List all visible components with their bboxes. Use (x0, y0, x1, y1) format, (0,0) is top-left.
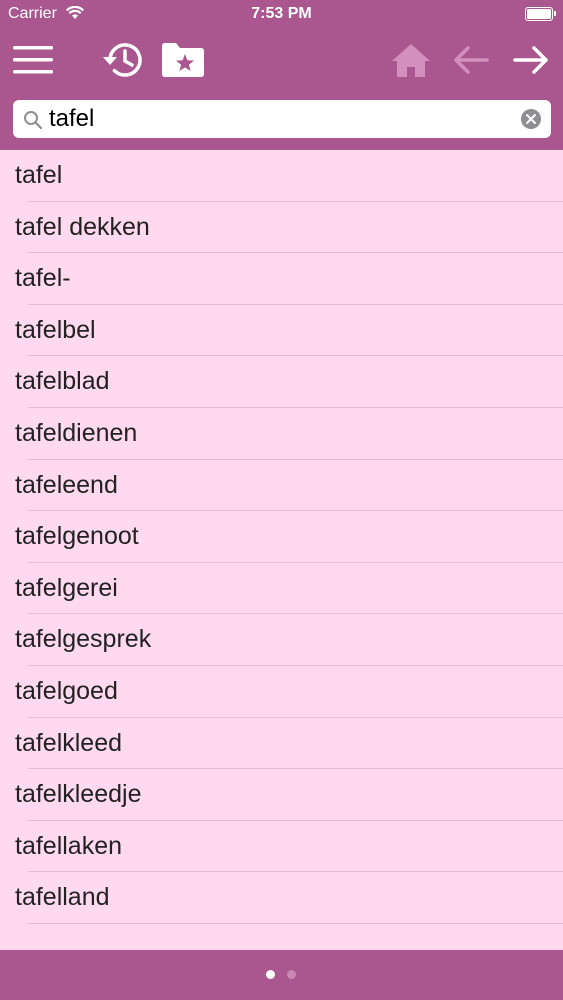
clock-time: 7:53 PM (251, 5, 312, 22)
list-item[interactable]: tafel- (0, 253, 563, 305)
list-item[interactable]: tafellaken (0, 821, 563, 873)
list-item[interactable]: tafeldienen (0, 408, 563, 460)
list-item[interactable]: tafeleend (0, 460, 563, 512)
clear-search-icon[interactable] (521, 109, 541, 134)
battery-icon (525, 7, 556, 21)
forward-button[interactable] (508, 30, 554, 90)
search-icon (23, 110, 43, 135)
arrow-right-icon (513, 46, 548, 74)
page-indicator-bar (0, 950, 563, 1000)
arrow-left-icon (454, 46, 489, 74)
list-item[interactable]: tafelland (0, 872, 563, 924)
page-dot[interactable] (287, 970, 296, 979)
search-input[interactable] (49, 103, 519, 135)
home-icon (392, 44, 430, 77)
list-item[interactable]: tafel (0, 150, 563, 202)
list-item[interactable]: tafelkleedje (0, 769, 563, 821)
menu-button[interactable] (8, 30, 58, 90)
back-button[interactable] (448, 30, 494, 90)
list-item[interactable]: tafelbel (0, 305, 563, 357)
list-item[interactable]: tafelgerei (0, 563, 563, 615)
list-item[interactable]: tafelkleed (0, 718, 563, 770)
history-clock-icon (103, 43, 142, 77)
history-button[interactable] (98, 30, 148, 90)
list-item[interactable]: tafel dekken (0, 202, 563, 254)
status-bar: Carrier 7:53 PM (0, 0, 563, 30)
top-toolbar (0, 30, 563, 90)
list-item[interactable]: tafelblad (0, 356, 563, 408)
favorites-button[interactable] (158, 30, 208, 90)
search-field-container[interactable] (13, 100, 551, 138)
search-bar (0, 90, 563, 150)
word-list: tafel tafel dekken tafel- tafelbel tafel… (0, 150, 563, 950)
list-item[interactable]: tafelgoed (0, 666, 563, 718)
list-item[interactable]: tafelgesprek (0, 614, 563, 666)
folder-star-icon (162, 43, 204, 77)
home-button[interactable] (388, 30, 434, 90)
page-dot-active[interactable] (266, 970, 275, 979)
hamburger-menu-icon (13, 46, 53, 74)
list-item[interactable]: tafelgenoot (0, 511, 563, 563)
